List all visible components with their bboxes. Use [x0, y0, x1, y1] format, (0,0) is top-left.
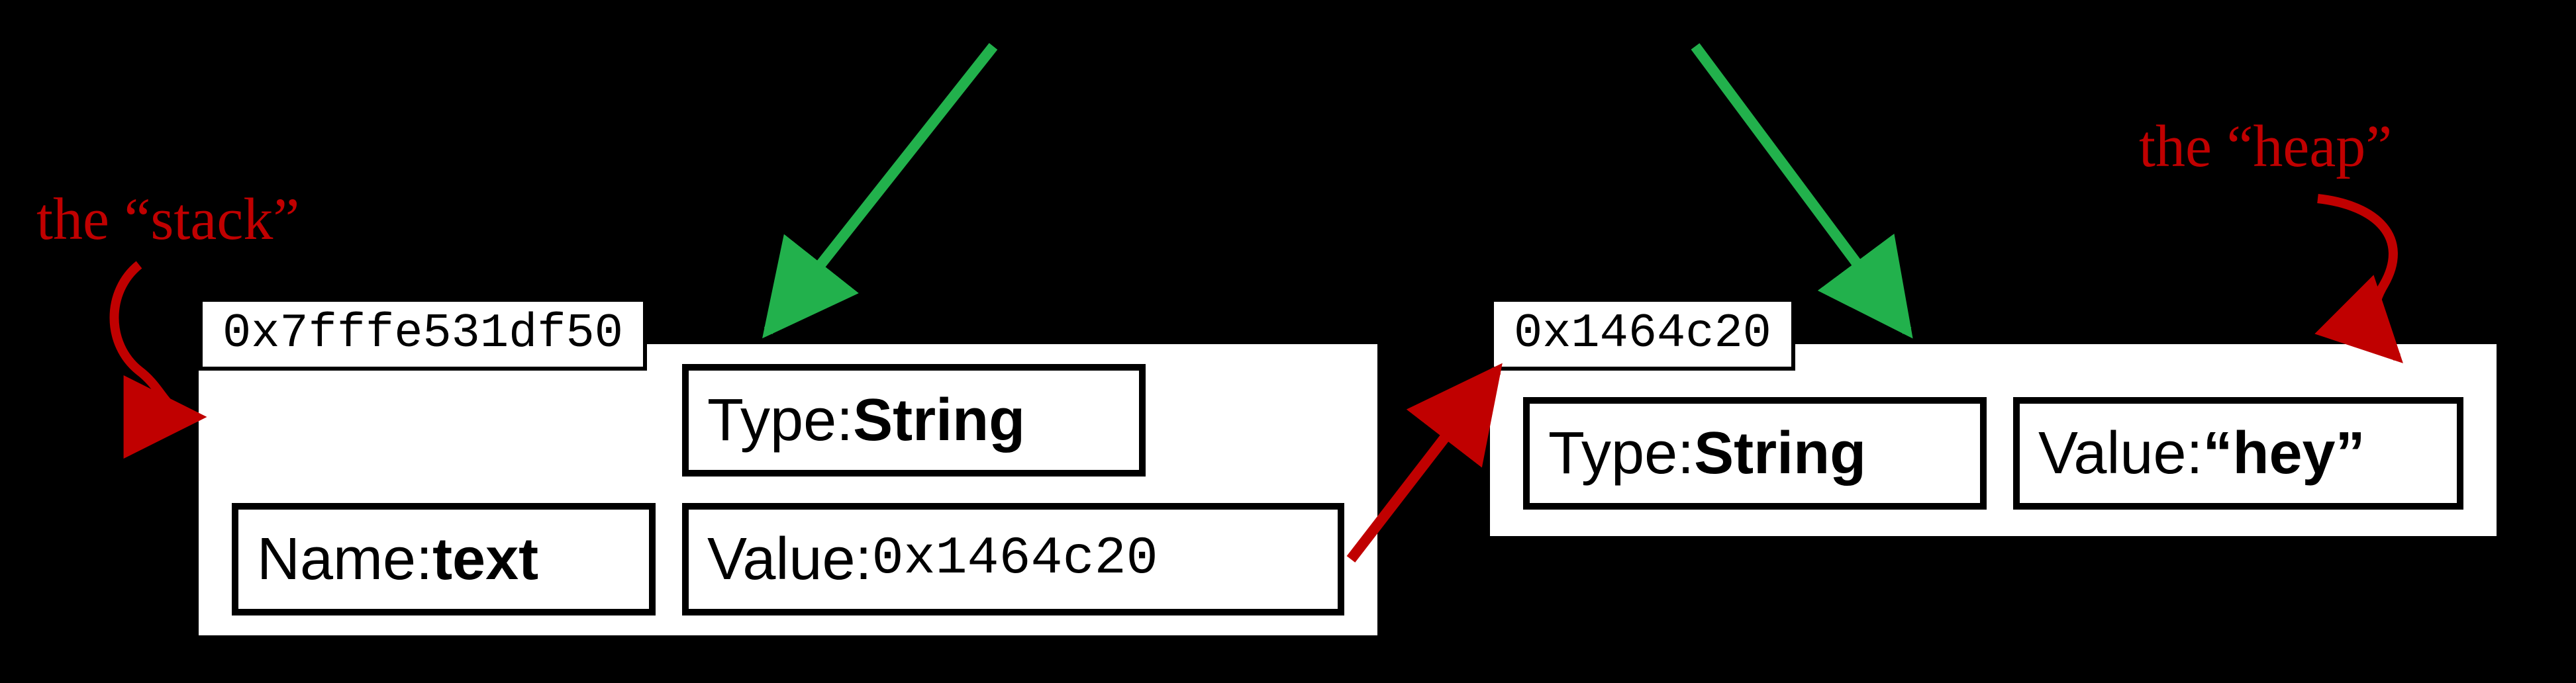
- stack-name-cell: Name: text: [232, 503, 656, 615]
- stack-type-cell: Type: String: [682, 364, 1146, 477]
- heap-value-value: “hey”: [2203, 424, 2365, 483]
- heap-annotation: the “heap”: [2139, 113, 2392, 181]
- heap-label-arrow: [2318, 199, 2397, 357]
- stack-value-label: Value:: [707, 529, 872, 589]
- stack-type-label: Type:: [707, 390, 853, 450]
- heap-type-label: Type:: [1548, 424, 1694, 483]
- heap-type-value: String: [1694, 424, 1866, 483]
- stack-value-cell: Value: 0x1464c20: [682, 503, 1344, 615]
- heap-type-cell: Type: String: [1523, 397, 1987, 510]
- stack-annotation: the “stack”: [36, 185, 299, 253]
- stack-name-label: Name:: [257, 529, 432, 589]
- heap-value-label: Value:: [2038, 424, 2203, 483]
- stack-value-value: 0x1464c20: [872, 533, 1158, 586]
- arrow-to-heap: [1695, 46, 1907, 331]
- stack-label-arrow: [115, 265, 199, 417]
- heap-address-tag: 0x1464c20: [1490, 298, 1795, 371]
- stack-address-tag: 0x7fffe531df50: [199, 298, 647, 371]
- stack-type-value: String: [853, 390, 1025, 450]
- arrow-to-stack: [768, 46, 993, 331]
- heap-value-cell: Value: “hey”: [2013, 397, 2463, 510]
- stack-name-value: text: [432, 529, 538, 589]
